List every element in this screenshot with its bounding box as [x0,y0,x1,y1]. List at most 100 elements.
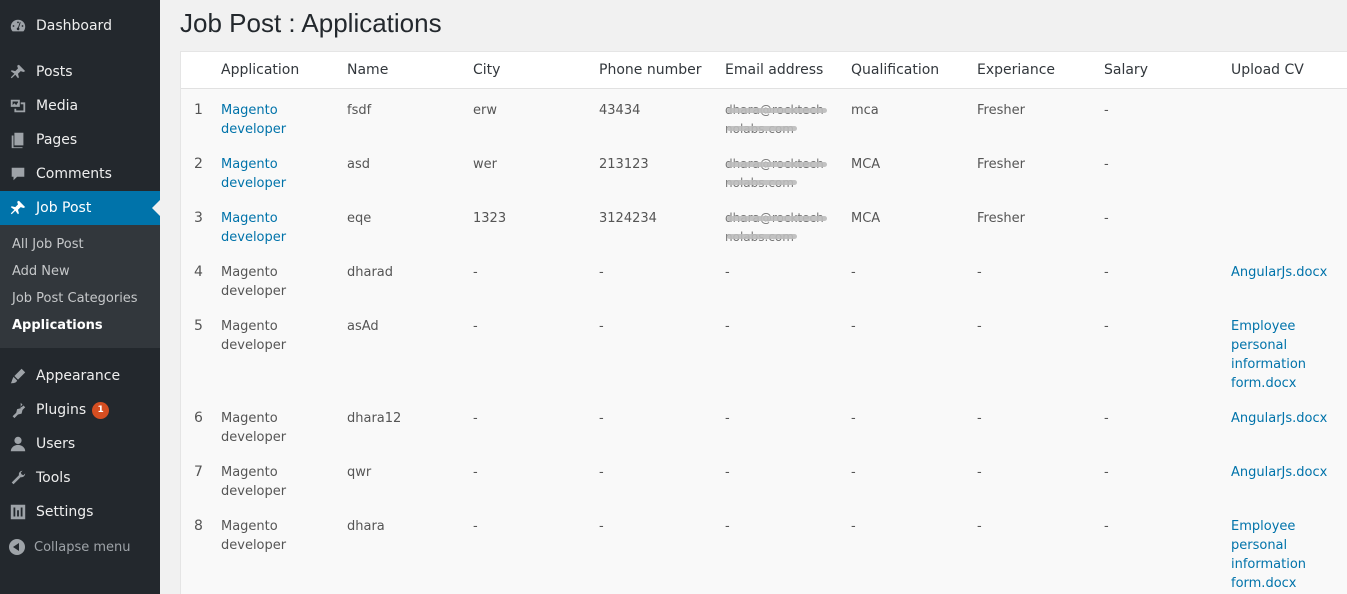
experience-cell: Fresher [977,103,1025,118]
column-header-email-address[interactable]: Email address [725,62,823,78]
email-cell: - [725,411,730,426]
name-cell: asAd [347,319,379,334]
experience-cell: Fresher [977,211,1025,226]
qualification-cell: - [851,265,856,280]
menu-label: Media [36,98,79,114]
menu-label: Users [36,436,76,452]
redaction-scribble [727,126,797,131]
menu-label: Comments [36,166,112,182]
redaction-scribble [727,216,827,221]
name-cell: dhara [347,519,385,534]
collapse-menu-button[interactable]: Collapse menu [0,535,160,559]
column-header-application[interactable]: Application [221,62,299,78]
upload-cv-link[interactable]: Employee personal information form.docx [1231,317,1331,393]
upload-cv-link[interactable]: AngularJs.docx [1231,463,1331,482]
qualification-cell: MCA [851,157,881,172]
salary-cell: - [1104,103,1109,118]
row-number: 4 [194,264,203,280]
submenu-item-job-post-categories[interactable]: Job Post Categories [12,291,138,306]
phone-cell: 43434 [599,103,641,118]
salary-cell: - [1104,319,1109,334]
pin-icon [8,198,28,218]
column-header-experiance[interactable]: Experiance [977,62,1055,78]
redaction-scribble [727,234,797,239]
phone-cell: - [599,465,604,480]
upload-cv-link[interactable]: Employee personal information form.docx [1231,517,1331,593]
menu-label: Plugins [36,402,87,418]
row-number: 2 [194,156,203,172]
application-cell[interactable]: Magento developer [221,101,331,139]
menu-item-posts[interactable]: Posts [0,55,160,89]
menu-item-dashboard[interactable]: Dashboard [0,9,160,43]
email-cell: dhara@rocktechnolabs.com [725,155,830,193]
name-cell: qwr [347,465,372,480]
experience-cell: - [977,319,982,334]
phone-cell: - [599,265,604,280]
menu-label: Dashboard [36,18,112,34]
submenu-item-all-job-post[interactable]: All Job Post [12,237,84,252]
admin-sidebar: Dashboard Posts Media Pages Comments Job… [0,0,160,594]
city-cell: 1323 [473,211,507,226]
email-cell: - [725,265,730,280]
menu-item-settings[interactable]: Settings [0,495,160,529]
submenu-item-applications[interactable]: Applications [12,318,103,333]
city-cell: - [473,411,478,426]
application-cell[interactable]: Magento developer [221,155,331,193]
qualification-cell: MCA [851,211,881,226]
menu-item-appearance[interactable]: Appearance [0,359,160,393]
column-header-name[interactable]: Name [347,62,388,78]
salary-cell: - [1104,411,1109,426]
upload-cv-link[interactable]: AngularJs.docx [1231,263,1331,282]
phone-cell: 213123 [599,157,649,172]
upload-cv-link[interactable]: AngularJs.docx [1231,409,1331,428]
menu-item-users[interactable]: Users [0,427,160,461]
media-icon [8,96,28,116]
city-cell: erw [473,103,497,118]
application-cell: Magento developer [221,265,287,299]
menu-item-plugins[interactable]: Plugins 1 [0,393,160,427]
name-cell: dhara12 [347,411,402,426]
menu-item-tools[interactable]: Tools [0,461,160,495]
menu-item-media[interactable]: Media [0,89,160,123]
email-cell: dhara@rocktechnolabs.com [725,101,830,139]
menu-item-comments[interactable]: Comments [0,157,160,191]
name-cell: asd [347,157,370,172]
submenu-item-add-new[interactable]: Add New [12,264,70,279]
applications-table: Application Name City Phone number Email… [180,51,1347,594]
plugin-icon [8,400,28,420]
name-cell: eqe [347,211,372,226]
column-header-city[interactable]: City [473,62,500,78]
redaction-scribble [727,180,797,185]
qualification-cell: - [851,519,856,534]
phone-cell: - [599,411,604,426]
menu-label: Posts [36,64,73,80]
column-header-phone-number[interactable]: Phone number [599,62,701,78]
menu-item-pages[interactable]: Pages [0,123,160,157]
salary-cell: - [1104,211,1109,226]
update-count-badge: 1 [92,401,110,419]
menu-label: Job Post [36,200,92,216]
application-cell: Magento developer [221,319,287,353]
email-cell: - [725,465,730,480]
phone-cell: - [599,319,604,334]
pages-icon [8,130,28,150]
city-cell: - [473,465,478,480]
column-header-upload-cv[interactable]: Upload CV [1231,62,1304,78]
city-cell: - [473,265,478,280]
phone-cell: 3124234 [599,211,657,226]
column-header-qualification[interactable]: Qualification [851,62,939,78]
name-cell: dharad [347,265,394,280]
row-number: 7 [194,464,203,480]
email-cell: dhara@rocktechnolabs.com [725,209,830,247]
column-header-salary[interactable]: Salary [1104,62,1148,78]
phone-cell: - [599,519,604,534]
menu-label: Tools [36,470,71,486]
menu-item-job-post[interactable]: Job Post [0,191,160,225]
qualification-cell: - [851,319,856,334]
city-cell: wer [473,157,497,172]
experience-cell: - [977,465,982,480]
application-cell[interactable]: Magento developer [221,209,331,247]
experience-cell: - [977,411,982,426]
job-post-submenu: All Job Post Add New Job Post Categories… [0,225,160,348]
row-number: 1 [194,102,203,118]
